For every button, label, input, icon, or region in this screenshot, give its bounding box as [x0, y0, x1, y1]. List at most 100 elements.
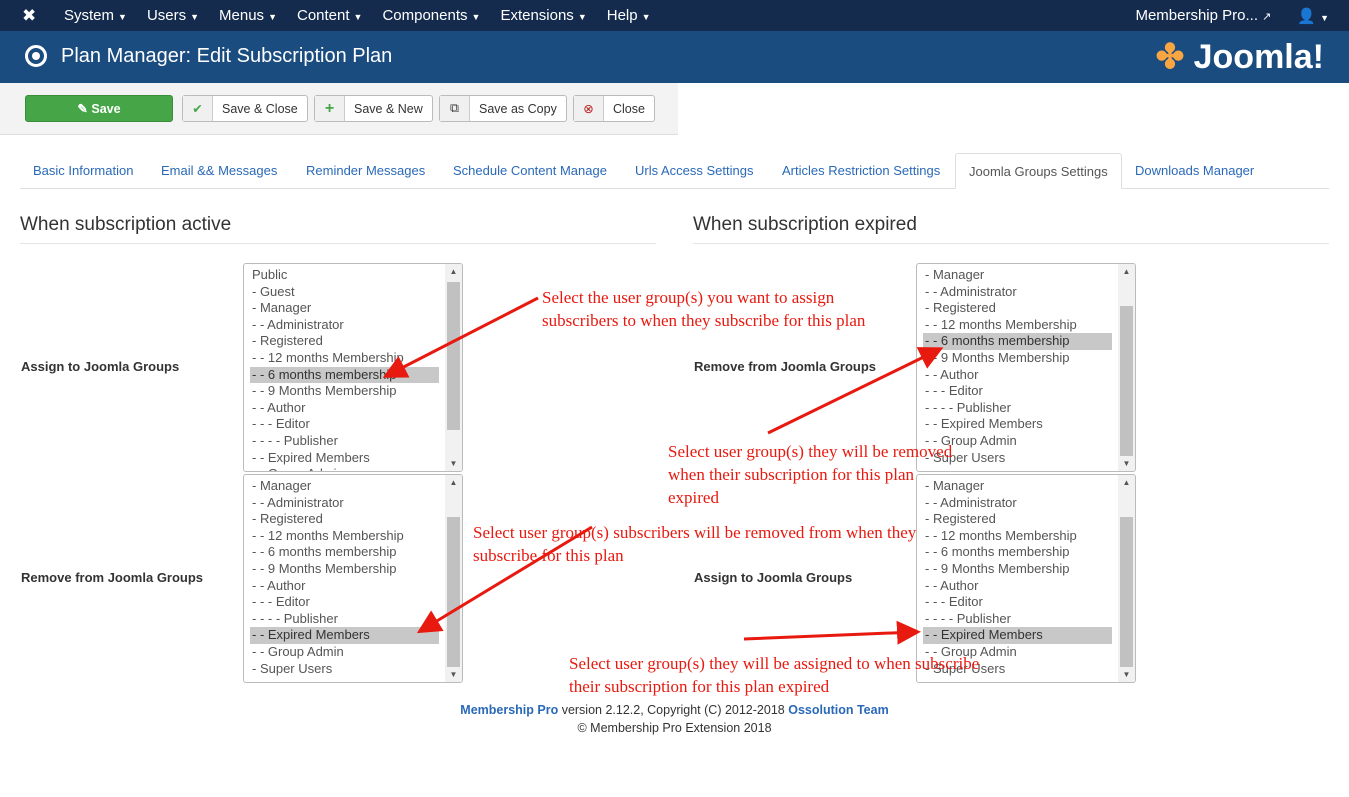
annotation-expired-assign: Select user group(s) they will be assign…	[569, 654, 980, 696]
group-option[interactable]: - - Expired Members	[250, 450, 439, 467]
group-option[interactable]: - - Author	[250, 578, 439, 595]
group-option[interactable]: - - 9 Months Membership	[250, 383, 439, 400]
group-option[interactable]: - - Group Admin	[250, 466, 439, 471]
active-remove-groups-select[interactable]: - Manager - - Administrator - Registered - …	[243, 474, 463, 683]
scrollbar[interactable]: ▲ ▼	[1118, 264, 1135, 471]
group-option[interactable]: - - - Editor	[250, 416, 439, 433]
group-option[interactable]: - - 6 months membership	[923, 333, 1112, 350]
group-option[interactable]: - - Group Admin	[250, 644, 439, 661]
save-close-button[interactable]: ✔ Save & Close	[182, 95, 308, 122]
group-option[interactable]: - - 6 months membership	[250, 544, 439, 561]
tab-schedule-content-manage[interactable]: Schedule Content Manage	[440, 153, 620, 189]
group-option[interactable]: - - - - Publisher	[250, 611, 439, 628]
group-option[interactable]: - Manager	[923, 267, 1112, 284]
tab-basic-information[interactable]: Basic Information	[20, 153, 146, 189]
group-option[interactable]: Public	[250, 267, 439, 284]
save-new-button[interactable]: + Save & New	[314, 95, 433, 122]
group-option[interactable]: - - - - Publisher	[923, 611, 1112, 628]
scroll-up-icon[interactable]: ▲	[445, 475, 462, 490]
nav-menu-system[interactable]: System ▼	[64, 7, 127, 24]
group-option[interactable]: - - 12 months Membership	[923, 528, 1112, 545]
close-button[interactable]: ⊗ Close	[573, 95, 655, 122]
site-link[interactable]: Membership Pro... ↗	[1135, 7, 1271, 25]
nav-menu-extensions[interactable]: Extensions ▼	[500, 7, 586, 24]
scroll-down-icon[interactable]: ▼	[445, 456, 462, 471]
group-option[interactable]: - Manager	[250, 478, 439, 495]
group-option[interactable]: - Manager	[250, 300, 439, 317]
save-button[interactable]: ✎ Save	[25, 95, 173, 122]
joomla-icon[interactable]: ✖	[22, 6, 52, 26]
group-option[interactable]: - - Author	[923, 367, 1112, 384]
caret-down-icon: ▼	[190, 12, 200, 22]
caret-down-icon: ▼	[641, 12, 651, 22]
scroll-up-icon[interactable]: ▲	[1118, 475, 1135, 490]
scroll-down-icon[interactable]: ▼	[1118, 456, 1135, 471]
assign-label: Assign to Joomla Groups	[21, 359, 180, 374]
team-link[interactable]: Ossolution Team	[788, 703, 888, 717]
close-circle-icon: ⊗	[574, 96, 604, 121]
group-option[interactable]: - - Administrator	[250, 495, 439, 512]
nav-menu-content[interactable]: Content ▼	[297, 7, 362, 24]
nav-menu-help[interactable]: Help ▼	[607, 7, 651, 24]
group-option[interactable]: - - - - Publisher	[923, 400, 1112, 417]
group-option[interactable]: - Guest	[250, 284, 439, 301]
scrollbar[interactable]: ▲ ▼	[445, 264, 462, 471]
group-option[interactable]: - Registered	[250, 333, 439, 350]
tab-reminder-messages[interactable]: Reminder Messages	[293, 153, 438, 189]
scrollbar-thumb[interactable]	[1120, 517, 1133, 667]
nav-menu-components[interactable]: Components ▼	[382, 7, 480, 24]
save-copy-button[interactable]: ⧉ Save as Copy	[439, 95, 567, 122]
arrow	[743, 620, 921, 645]
group-option[interactable]: - - Administrator	[923, 284, 1112, 301]
group-option[interactable]: - Registered	[923, 300, 1112, 317]
tab-joomla-groups-settings[interactable]: Joomla Groups Settings	[955, 153, 1122, 189]
page-title: Plan Manager: Edit Subscription Plan	[61, 45, 393, 67]
user-menu[interactable]: 👤 ▼	[1297, 7, 1329, 25]
nav-menu-menus[interactable]: Menus ▼	[219, 7, 277, 24]
group-option[interactable]: - - Administrator	[250, 317, 439, 334]
toolbar: ✎ Save ✔ Save & Close + Save & New ⧉ Save a…	[0, 83, 678, 135]
group-option[interactable]: - - 6 months membership	[250, 366, 439, 384]
scrollbar[interactable]: ▲ ▼	[1118, 475, 1135, 682]
group-option[interactable]: - - - - Publisher	[250, 433, 439, 450]
scrollbar[interactable]: ▲ ▼	[445, 475, 462, 682]
group-option[interactable]: - - 9 Months Membership	[923, 350, 1112, 367]
nav-menu-users[interactable]: Users ▼	[147, 7, 199, 24]
group-option[interactable]: - - Expired Members	[923, 416, 1112, 433]
product-link[interactable]: Membership Pro	[460, 703, 558, 717]
scroll-down-icon[interactable]: ▼	[1118, 667, 1135, 682]
page-header: Plan Manager: Edit Subscription Plan ✤ J…	[0, 31, 1349, 83]
tab-downloads-manager[interactable]: Downloads Manager	[1122, 153, 1267, 189]
scroll-down-icon[interactable]: ▼	[445, 667, 462, 682]
expired-remove-label: Remove from Joomla Groups	[694, 359, 877, 374]
group-option[interactable]: - - Author	[250, 400, 439, 417]
active-assign-groups-select[interactable]: Public - Guest - Manager - - Administrator -…	[243, 263, 463, 472]
group-option[interactable]: - - 9 Months Membership	[923, 561, 1112, 578]
caret-down-icon: ▼	[268, 12, 277, 22]
group-option[interactable]: - - - Editor	[250, 594, 439, 611]
group-option[interactable]: - Registered	[923, 511, 1112, 528]
scroll-up-icon[interactable]: ▲	[445, 264, 462, 279]
group-option[interactable]: - - 12 months Membership	[250, 350, 439, 367]
group-option[interactable]: - - Expired Members	[250, 627, 439, 644]
scrollbar-thumb[interactable]	[1120, 306, 1133, 456]
check-icon: ✔	[183, 96, 213, 121]
group-option[interactable]: - - 6 months membership	[923, 544, 1112, 561]
group-option[interactable]: - - 9 Months Membership	[250, 561, 439, 578]
group-option[interactable]: - - Expired Members	[923, 627, 1112, 644]
scrollbar-thumb[interactable]	[447, 282, 460, 430]
group-option[interactable]: - - - Editor	[923, 594, 1112, 611]
tab-urls-access-settings[interactable]: Urls Access Settings	[622, 153, 767, 189]
scrollbar-thumb[interactable]	[447, 517, 460, 667]
group-option[interactable]: - Super Users	[250, 661, 439, 678]
group-option[interactable]: - - 12 months Membership	[923, 317, 1112, 334]
scroll-up-icon[interactable]: ▲	[1118, 264, 1135, 279]
group-option[interactable]: - - 12 months Membership	[250, 528, 439, 545]
active-heading: When subscription active	[20, 214, 656, 244]
target-icon	[25, 45, 47, 67]
tab-email-messages[interactable]: Email && Messages	[148, 153, 290, 189]
group-option[interactable]: - - - Editor	[923, 383, 1112, 400]
group-option[interactable]: - Registered	[250, 511, 439, 528]
tab-articles-restriction-settings[interactable]: Articles Restriction Settings	[769, 153, 953, 189]
group-option[interactable]: - - Author	[923, 578, 1112, 595]
